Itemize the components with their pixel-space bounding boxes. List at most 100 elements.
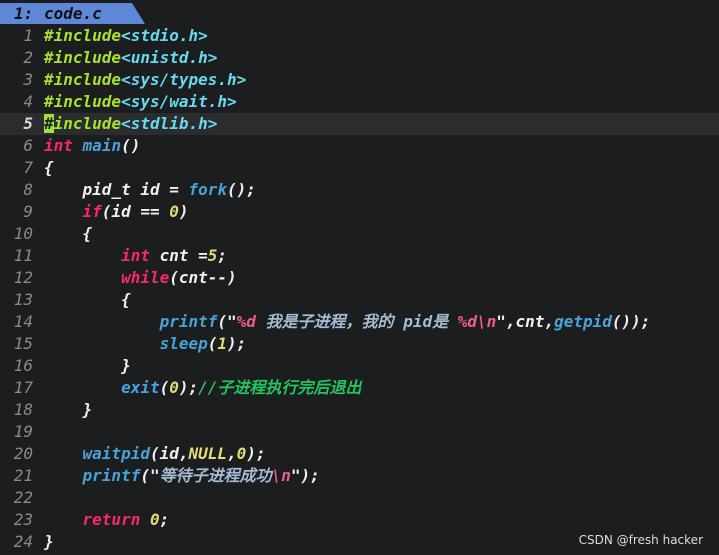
code-line[interactable]: 7{ <box>0 157 719 179</box>
line-number: 10 <box>13 224 33 243</box>
code-line[interactable]: 12 while(cnt--) <box>0 267 719 289</box>
code-line[interactable]: 20 waitpid(id,NULL,0); <box>0 443 719 465</box>
code-content: int cnt =5; <box>44 245 227 267</box>
line-number: 17 <box>13 378 33 397</box>
number-token: 0 <box>149 510 160 529</box>
code-content: while(cnt--) <box>44 267 237 289</box>
string-token: 等待子进程成功 <box>159 466 272 485</box>
code-text: { <box>44 290 131 309</box>
code-text: { <box>44 158 54 177</box>
code-editor[interactable]: 1 #include<stdio.h> 2 #include<unistd.h> 3 #i… <box>0 25 719 553</box>
code-text: (" <box>217 312 237 331</box>
code-content: exit(0);//子进程执行完后退出 <box>44 377 361 399</box>
function-token: getpid <box>554 312 612 331</box>
number-token: 1 <box>217 334 228 353</box>
code-line[interactable]: 21 printf("等待子进程成功\n"); <box>0 465 719 487</box>
code-line[interactable]: 5 #include<stdlib.h> <box>0 113 719 135</box>
number-token: 0 <box>236 444 247 463</box>
code-content: printf("%d 我是子进程，我的 pid是 %d\n",cnt,getpi… <box>44 311 651 333</box>
code-text: ); <box>227 334 247 353</box>
preprocessor-token: #include <box>44 26 122 45</box>
line-number: 13 <box>13 290 33 309</box>
keyword-token: int <box>121 246 150 265</box>
tab-bar: 1: code.c <box>0 0 719 24</box>
code-text: (cnt--) <box>169 268 237 287</box>
code-line[interactable]: 11 int cnt =5; <box>0 245 719 267</box>
code-text: ",cnt, <box>496 312 555 331</box>
code-content: if(id == 0) <box>44 201 189 223</box>
code-line[interactable]: 3 #include<sys/types.h> <box>0 69 719 91</box>
code-line[interactable]: 9 if(id == 0) <box>0 201 719 223</box>
code-text: } <box>44 400 93 419</box>
function-token: fork <box>188 180 228 199</box>
format-specifier-token: %d <box>236 312 256 331</box>
include-path-token: <unistd.h> <box>121 48 218 67</box>
code-content: { <box>44 157 54 179</box>
number-token: NULL <box>188 444 228 463</box>
code-line[interactable]: 16 } <box>0 355 719 377</box>
code-line[interactable]: 19 <box>0 421 719 443</box>
code-text: cnt = <box>149 246 208 265</box>
tab-number: 1: <box>14 4 34 23</box>
code-text: ; <box>159 510 170 529</box>
code-text: { <box>44 224 93 243</box>
line-number: 18 <box>13 400 33 419</box>
code-line[interactable]: 4 #include<sys/wait.h> <box>0 91 719 113</box>
code-line[interactable]: 2 #include<unistd.h> <box>0 47 719 69</box>
code-text: ) <box>178 202 189 221</box>
format-specifier-token: %d\n <box>457 312 497 331</box>
code-text: } <box>44 356 131 375</box>
line-number: 2 <box>23 48 33 67</box>
code-line[interactable]: 6 int main() <box>0 135 719 157</box>
line-number: 9 <box>23 202 33 221</box>
string-token: 我是子进程，我的 pid是 <box>255 312 458 331</box>
line-number: 19 <box>13 422 33 441</box>
code-line[interactable]: 10 { <box>0 223 719 245</box>
code-line[interactable]: 17 exit(0);//子进程执行完后退出 <box>0 377 719 399</box>
tab-code-c[interactable]: 1: code.c <box>0 3 145 24</box>
number-token: 0 <box>169 378 179 397</box>
code-line[interactable]: 1 #include<stdio.h> <box>0 25 719 47</box>
code-line[interactable]: 23 return 0; <box>0 509 719 531</box>
code-content: } <box>44 355 131 377</box>
preprocessor-token: #include <box>44 92 122 111</box>
code-line[interactable]: 15 sleep(1); <box>0 333 719 355</box>
code-text: () <box>121 136 141 155</box>
include-path-token: <stdio.h> <box>121 26 208 45</box>
code-line[interactable]: 13 { <box>0 289 719 311</box>
code-line[interactable]: 18 } <box>0 399 719 421</box>
code-content: } <box>44 531 54 553</box>
line-number: 22 <box>13 488 33 507</box>
line-number: 15 <box>13 334 33 353</box>
preprocessor-token: #include <box>44 70 122 89</box>
code-text: ; <box>217 246 228 265</box>
code-text: (); <box>227 180 256 199</box>
code-text: "); <box>290 466 320 485</box>
code-content: return 0; <box>44 509 170 531</box>
keyword-token: if <box>82 202 102 221</box>
function-token: main <box>82 136 122 155</box>
function-token: exit <box>121 378 160 397</box>
code-line[interactable]: 14 printf("%d 我是子进程，我的 pid是 %d\n",cnt,ge… <box>0 311 719 333</box>
code-content: #include<sys/types.h> <box>44 69 246 91</box>
function-token: printf <box>159 312 218 331</box>
line-number: 1 <box>23 26 33 45</box>
format-specifier-token: \n <box>271 466 291 485</box>
code-text: ()); <box>611 312 651 331</box>
keyword-token: int <box>44 136 73 155</box>
code-text: ( <box>159 378 170 397</box>
code-text: ); <box>246 444 266 463</box>
code-line[interactable]: 22 <box>0 487 719 509</box>
editor-window: 1: code.c 1 #include<stdio.h> 2 #include<un… <box>0 0 719 555</box>
line-number: 16 <box>13 356 33 375</box>
preprocessor-token: #include <box>44 48 122 67</box>
code-line[interactable]: 8 pid_t id = fork(); <box>0 179 719 201</box>
line-number: 12 <box>13 268 33 287</box>
code-content: pid_t id = fork(); <box>44 179 256 201</box>
